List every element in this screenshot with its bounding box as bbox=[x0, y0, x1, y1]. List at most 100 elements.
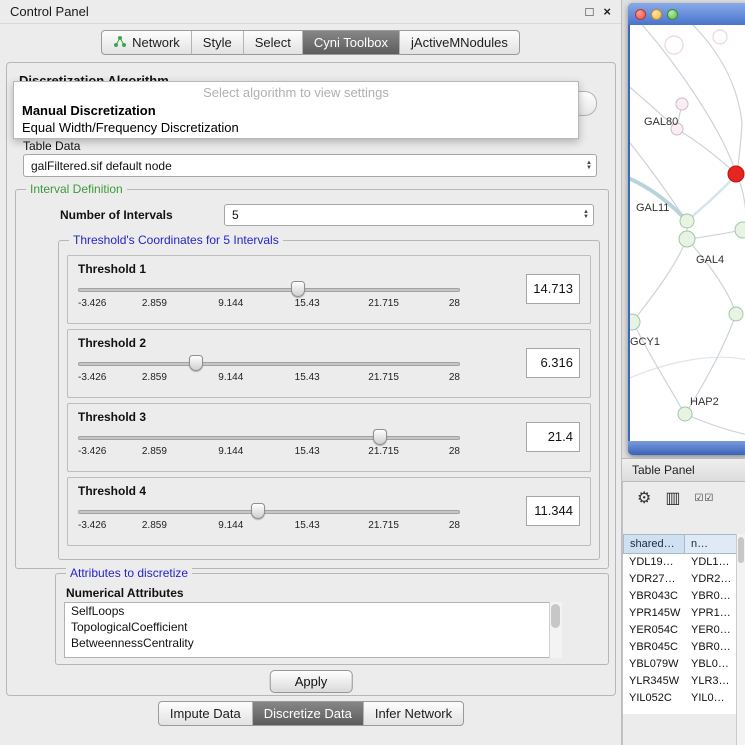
table-row[interactable]: YDL19…YDL1… bbox=[623, 554, 745, 571]
tick-label: 2.859 bbox=[142, 520, 167, 531]
tab-impute-data[interactable]: Impute Data bbox=[159, 702, 252, 725]
threshold-value-field[interactable]: 11.344 bbox=[526, 496, 580, 526]
table-row[interactable]: YPR145WYPR1… bbox=[623, 605, 745, 622]
table-row[interactable]: YBL079WYBL0… bbox=[623, 656, 745, 673]
tick-label: 2.859 bbox=[142, 298, 167, 309]
table-header-row: shared… n… bbox=[623, 534, 745, 554]
slider-track[interactable] bbox=[78, 362, 460, 366]
network-node[interactable] bbox=[680, 214, 694, 228]
tab-cyni-toolbox[interactable]: Cyni Toolbox bbox=[302, 31, 399, 54]
slider-thumb[interactable] bbox=[251, 503, 265, 519]
slider-track[interactable] bbox=[78, 436, 460, 440]
right-pane: GAL80GAL11GAL4GCY1HAP2 Table Panel ⚙ ▥ ☑… bbox=[622, 0, 745, 745]
threshold-label: Threshold 3 bbox=[78, 410, 582, 424]
threshold-slider[interactable] bbox=[78, 502, 460, 520]
tab-select[interactable]: Select bbox=[243, 31, 302, 54]
tick-label: 15.43 bbox=[295, 446, 320, 457]
table-cell: YBL079W bbox=[623, 656, 685, 673]
scrollbar-thumb[interactable] bbox=[738, 537, 744, 563]
tab-jactivemnodules[interactable]: jActiveMNodules bbox=[399, 31, 519, 54]
apply-button[interactable]: Apply bbox=[270, 670, 353, 693]
threshold-panels: Threshold 1-3.4262.8599.14415.4321.71528… bbox=[67, 255, 591, 551]
table-row[interactable]: YER054CYER0… bbox=[623, 622, 745, 639]
algorithm-dropdown-popup: Select algorithm to view settings Manual… bbox=[13, 81, 579, 139]
tick-label: 9.144 bbox=[218, 372, 243, 383]
threshold-value-field[interactable]: 21.4 bbox=[526, 422, 580, 452]
tab-infer-network[interactable]: Infer Network bbox=[363, 702, 463, 725]
tab-style[interactable]: Style bbox=[191, 31, 243, 54]
tick-label: 15.43 bbox=[295, 298, 320, 309]
tick-label: 21.715 bbox=[368, 298, 399, 309]
column-header-shared-name[interactable]: shared… bbox=[623, 534, 685, 554]
node-label: GAL80 bbox=[644, 116, 678, 128]
settings-gear-icon[interactable]: ⚙ bbox=[637, 491, 651, 507]
table-scrollbar[interactable] bbox=[736, 534, 745, 745]
network-node[interactable] bbox=[678, 407, 692, 421]
tab-label: Select bbox=[255, 35, 291, 50]
threshold-panel: Threshold 4-3.4262.8599.14415.4321.71528… bbox=[67, 477, 591, 546]
threshold-value-field[interactable]: 6.316 bbox=[526, 348, 580, 378]
network-node[interactable] bbox=[729, 307, 743, 321]
tick-label: 28 bbox=[449, 520, 460, 531]
network-canvas-wrap: GAL80GAL11GAL4GCY1HAP2 bbox=[630, 25, 745, 441]
attributes-list-scrollbar[interactable] bbox=[549, 602, 562, 658]
algorithm-option-manual-discretization[interactable]: Manual Discretization bbox=[14, 102, 578, 119]
tab-label: Discretize Data bbox=[264, 706, 352, 721]
tick-label: 2.859 bbox=[142, 372, 167, 383]
minimize-traffic-light-icon[interactable] bbox=[651, 9, 662, 20]
slider-thumb[interactable] bbox=[189, 355, 203, 371]
table-data-combobox[interactable]: galFiltered.sif default node ▲▼ bbox=[23, 154, 597, 177]
threshold-value-field[interactable]: 14.713 bbox=[526, 274, 580, 304]
threshold-slider[interactable] bbox=[78, 428, 460, 446]
tab-label: Style bbox=[203, 35, 232, 50]
network-node[interactable] bbox=[735, 222, 745, 238]
algorithm-option-equal-width-frequency[interactable]: Equal Width/Frequency Discretization bbox=[14, 119, 578, 136]
network-icon bbox=[113, 36, 127, 48]
tab-network[interactable]: Network bbox=[102, 31, 191, 54]
table-cell: YLR345W bbox=[623, 673, 685, 690]
scrollbar-thumb[interactable] bbox=[551, 604, 560, 628]
zoom-traffic-light-icon[interactable] bbox=[667, 9, 678, 20]
table-row[interactable]: YBR045CYBR0… bbox=[623, 639, 745, 656]
slider-track[interactable] bbox=[78, 288, 460, 292]
network-node[interactable] bbox=[679, 231, 695, 247]
table-toolbar: ⚙ ▥ ☑☑ bbox=[623, 482, 745, 516]
attribute-item[interactable]: TopologicalCoefficient bbox=[65, 619, 561, 635]
combo-arrows-icon: ▲▼ bbox=[586, 161, 592, 171]
interval-definition-legend: Interval Definition bbox=[26, 182, 127, 196]
threshold-panel: Threshold 2-3.4262.8599.14415.4321.71528… bbox=[67, 329, 591, 398]
close-traffic-light-icon[interactable] bbox=[635, 9, 646, 20]
threshold-slider[interactable] bbox=[78, 280, 460, 298]
float-window-icon[interactable]: □ bbox=[586, 4, 594, 19]
table-row[interactable]: YBR043CYBR0… bbox=[623, 588, 745, 605]
table-row[interactable]: YLR345WYLR3… bbox=[623, 673, 745, 690]
tab-discretize-data[interactable]: Discretize Data bbox=[252, 702, 363, 725]
number-of-intervals-combobox[interactable]: 5 ▲▼ bbox=[224, 204, 594, 226]
network-window-titlebar[interactable] bbox=[628, 3, 745, 25]
tab-label: Infer Network bbox=[375, 706, 452, 721]
threshold-slider[interactable] bbox=[78, 354, 460, 372]
numerical-attributes-list[interactable]: SelfLoopsTopologicalCoefficientBetweenne… bbox=[64, 602, 562, 658]
slider-thumb[interactable] bbox=[373, 429, 387, 445]
network-view-window[interactable]: GAL80GAL11GAL4GCY1HAP2 bbox=[628, 3, 745, 455]
columns-icon[interactable]: ▥ bbox=[665, 491, 680, 507]
network-node[interactable] bbox=[630, 314, 640, 330]
tick-label: 15.43 bbox=[295, 372, 320, 383]
network-canvas[interactable]: GAL80GAL11GAL4GCY1HAP2 bbox=[630, 25, 745, 441]
select-columns-icon[interactable]: ☑☑ bbox=[694, 491, 714, 507]
network-node[interactable] bbox=[728, 166, 744, 182]
number-of-intervals-value: 5 bbox=[232, 208, 579, 222]
table-row[interactable]: YDR27…YDR2… bbox=[623, 571, 745, 588]
table-row[interactable]: YIL052CYIL0… bbox=[623, 690, 745, 707]
network-window-footer bbox=[628, 441, 745, 455]
node-label: GAL11 bbox=[636, 202, 669, 214]
attribute-item[interactable]: SelfLoops bbox=[65, 603, 561, 619]
slider-track[interactable] bbox=[78, 510, 460, 514]
network-node[interactable] bbox=[676, 98, 688, 110]
tick-label: -3.426 bbox=[78, 520, 106, 531]
close-window-icon[interactable]: × bbox=[603, 4, 611, 19]
slider-thumb[interactable] bbox=[291, 281, 305, 297]
combo-arrows-icon: ▲▼ bbox=[583, 210, 589, 220]
window-title: Control Panel bbox=[10, 4, 89, 19]
attribute-item[interactable]: BetweennessCentrality bbox=[65, 635, 561, 651]
